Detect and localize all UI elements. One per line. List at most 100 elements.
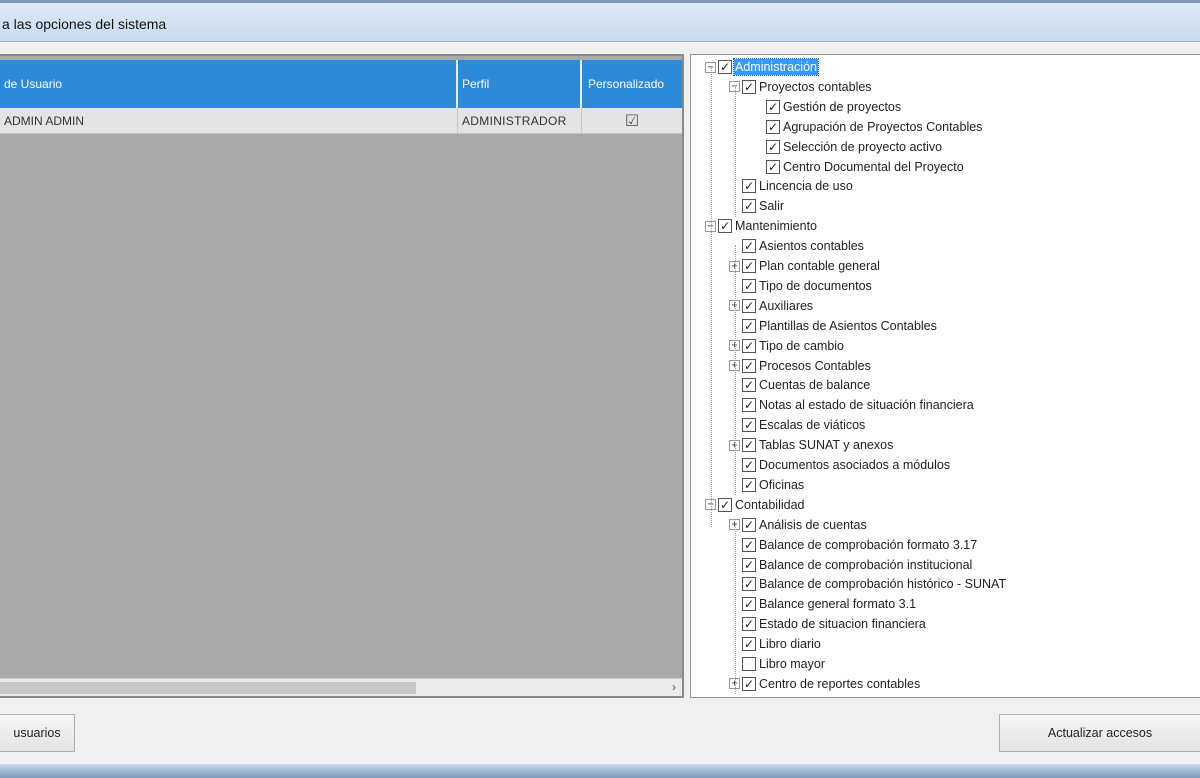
tree-item[interactable]: ✓ Gestión de proyectos [753, 97, 902, 117]
tree-item[interactable]: + ✓ Auxiliares [729, 296, 814, 316]
tree-item-checkbox[interactable]: ✓ [718, 219, 732, 234]
tree-item[interactable]: ✓ Cuentas de balance [729, 375, 871, 395]
tree-item-checkbox[interactable]: ✓ [742, 418, 756, 433]
tree-item-checkbox[interactable]: ✓ [742, 557, 756, 572]
tree-item-label[interactable]: Salir [758, 198, 785, 214]
tree-item-label[interactable]: Balance de comprobación histórico - SUNA… [758, 576, 1007, 592]
tree-item-checkbox[interactable]: ✓ [766, 139, 780, 154]
tree-item[interactable]: ✓ Plantillas de Asientos Contables [729, 316, 938, 336]
tree-item-label[interactable]: Plantillas de Asientos Contables [758, 318, 938, 334]
tree-item[interactable]: + ✓ Procesos Contables [729, 356, 872, 376]
column-header-custom[interactable]: Personalizado [582, 60, 682, 108]
tree-item[interactable]: ✓ Selección de proyecto activo [753, 137, 943, 157]
tree-item-checkbox[interactable]: ✓ [742, 458, 756, 472]
tree-item[interactable]: ✓ Tipo de documentos [729, 276, 873, 296]
tree-item-label[interactable]: Proyectos contables [758, 79, 873, 95]
tree-item-label[interactable]: Tipo de cambio [758, 338, 845, 354]
tree-item-checkbox[interactable]: ✓ [742, 199, 756, 214]
tree-item-checkbox[interactable]: ✓ [742, 358, 756, 373]
tree-item-label[interactable]: Tipo de documentos [758, 278, 873, 294]
tree-item-checkbox[interactable]: ✓ [766, 159, 780, 174]
horizontal-scrollbar[interactable]: › [0, 678, 682, 696]
tree-item[interactable]: ✓ Balance de comprobación formato 3.17 [729, 535, 978, 555]
tree-item-label[interactable]: Tablas SUNAT y anexos [758, 437, 894, 453]
tree-item-checkbox[interactable]: ✓ [742, 577, 756, 592]
tree-item-label[interactable]: Centro Documental del Proyecto [782, 159, 965, 175]
tree-item-label[interactable]: Balance general formato 3.1 [758, 596, 917, 612]
tree-item[interactable]: ✓ Estado de situacion financiera [729, 614, 927, 634]
tree-item[interactable]: ✓ Notas al estado de situación financiera [729, 395, 975, 415]
tree-item[interactable]: ✓ Oficinas [729, 475, 805, 495]
tree-item[interactable]: − ✓ Contabilidad [705, 495, 806, 515]
tree-item-label[interactable]: Auxiliares [758, 298, 814, 314]
tree-item-label[interactable]: Administración [733, 58, 819, 76]
tree-item-checkbox[interactable]: ✓ [742, 318, 756, 333]
tree-item-checkbox[interactable]: ✓ [766, 99, 780, 114]
tree-item-checkbox[interactable]: ✓ [742, 79, 756, 94]
tree-item-label[interactable]: Análisis de cuentas [758, 517, 868, 533]
tree-item[interactable]: + ✓ Plan contable general [729, 256, 881, 276]
cell-user[interactable]: ADMIN ADMIN [0, 108, 458, 134]
tree-item-label[interactable]: Oficinas [758, 477, 805, 493]
tree-item-checkbox[interactable] [742, 657, 756, 671]
tree-item-label[interactable]: Libro mayor [758, 656, 826, 672]
tree-item-label[interactable]: Gestión de proyectos [782, 99, 902, 115]
custom-checkbox-icon[interactable]: ☑ [625, 111, 639, 131]
tree-item-label[interactable]: Asientos contables [758, 238, 865, 254]
tree-item-label[interactable]: Documentos asociados a módulos [758, 457, 951, 473]
tree-item-checkbox[interactable]: ✓ [742, 259, 756, 273]
tree-item[interactable]: ✓ Centro Documental del Proyecto [753, 157, 965, 177]
scroll-right-arrow-icon[interactable]: › [672, 680, 676, 694]
tree-item-checkbox[interactable]: ✓ [742, 537, 756, 552]
tree-item-checkbox[interactable]: ✓ [742, 617, 756, 632]
tree-item-label[interactable]: Balance de comprobación formato 3.17 [758, 537, 978, 553]
tree-item-label[interactable]: Plan contable general [758, 258, 881, 274]
tree-item[interactable]: ✓ Escalas de viáticos [729, 415, 866, 435]
tree-item-checkbox[interactable]: ✓ [742, 676, 756, 691]
tree-item[interactable]: − ✓ Administración [705, 57, 819, 77]
tree-item[interactable]: ✓ Asientos contables [729, 236, 865, 256]
tree-item[interactable]: + ✓ Tipo de cambio [729, 336, 845, 356]
tree-item-checkbox[interactable]: ✓ [766, 119, 780, 134]
tree-item-checkbox[interactable]: ✓ [742, 179, 756, 194]
tree-item-label[interactable]: Procesos Contables [758, 358, 872, 374]
tree-item-checkbox[interactable]: ✓ [742, 477, 756, 492]
tree-item[interactable]: + ✓ Centro de reportes contables [729, 674, 921, 694]
tree-item-checkbox[interactable]: ✓ [742, 278, 756, 293]
tree-item[interactable]: ✓ Balance general formato 3.1 [729, 594, 917, 614]
tree-item-label[interactable]: Escalas de viáticos [758, 417, 866, 433]
column-header-profile[interactable]: Perfil [458, 60, 582, 108]
tree-item-label[interactable]: Libro diario [758, 636, 822, 652]
column-header-user[interactable]: de Usuario [0, 60, 458, 108]
tree-item-label[interactable]: Agrupación de Proyectos Contables [782, 119, 983, 135]
users-grid[interactable]: de Usuario Perfil Personalizado ADMIN AD… [0, 54, 684, 698]
tree-item-checkbox[interactable]: ✓ [742, 637, 756, 652]
tree-item-label[interactable]: Centro de reportes contables [758, 676, 921, 692]
tree-item[interactable]: ✓ Agrupación de Proyectos Contables [753, 117, 983, 137]
tree-item-label[interactable]: Lincencia de uso [758, 178, 854, 194]
cell-custom-checkbox[interactable]: ☑ [582, 108, 682, 134]
tree-item-checkbox[interactable]: ✓ [742, 438, 756, 453]
tree-item-label[interactable]: Notas al estado de situación financiera [758, 397, 975, 413]
users-button[interactable]: usuarios [0, 714, 75, 752]
tree-item[interactable]: − ✓ Mantenimiento [705, 216, 818, 236]
table-row[interactable]: ADMIN ADMIN ADMINISTRADOR ☑ [0, 108, 682, 134]
tree-item-label[interactable]: Estado de situacion financiera [758, 616, 927, 632]
update-access-button[interactable]: Actualizar accesos [999, 714, 1200, 752]
tree-item-checkbox[interactable]: ✓ [718, 60, 732, 74]
tree-item[interactable]: + ✓ Análisis de cuentas [729, 515, 868, 535]
tree-item[interactable]: ✓ Documentos asociados a módulos [729, 455, 951, 475]
tree-item-label[interactable]: Balance de comprobación institucional [758, 557, 973, 573]
tree-item-checkbox[interactable]: ✓ [742, 517, 756, 532]
tree-item[interactable]: + ✓ Tablas SUNAT y anexos [729, 435, 894, 455]
tree-item[interactable]: ✓ Balance de comprobación institucional [729, 555, 973, 575]
tree-item-checkbox[interactable]: ✓ [742, 378, 756, 393]
tree-item[interactable]: ✓ Lincencia de uso [729, 176, 854, 196]
scrollbar-thumb[interactable] [0, 682, 416, 694]
tree-item[interactable]: − ✓ Proyectos contables [729, 77, 873, 97]
permissions-tree[interactable]: − ✓ Administración − ✓ Proyectos contables ✓ Ge… [690, 54, 1200, 698]
tree-item-checkbox[interactable]: ✓ [742, 298, 756, 313]
tree-item-label[interactable]: Selección de proyecto activo [782, 139, 943, 155]
tree-item-label[interactable]: Cuentas de balance [758, 377, 871, 393]
tree-item[interactable]: Libro mayor [729, 654, 826, 674]
